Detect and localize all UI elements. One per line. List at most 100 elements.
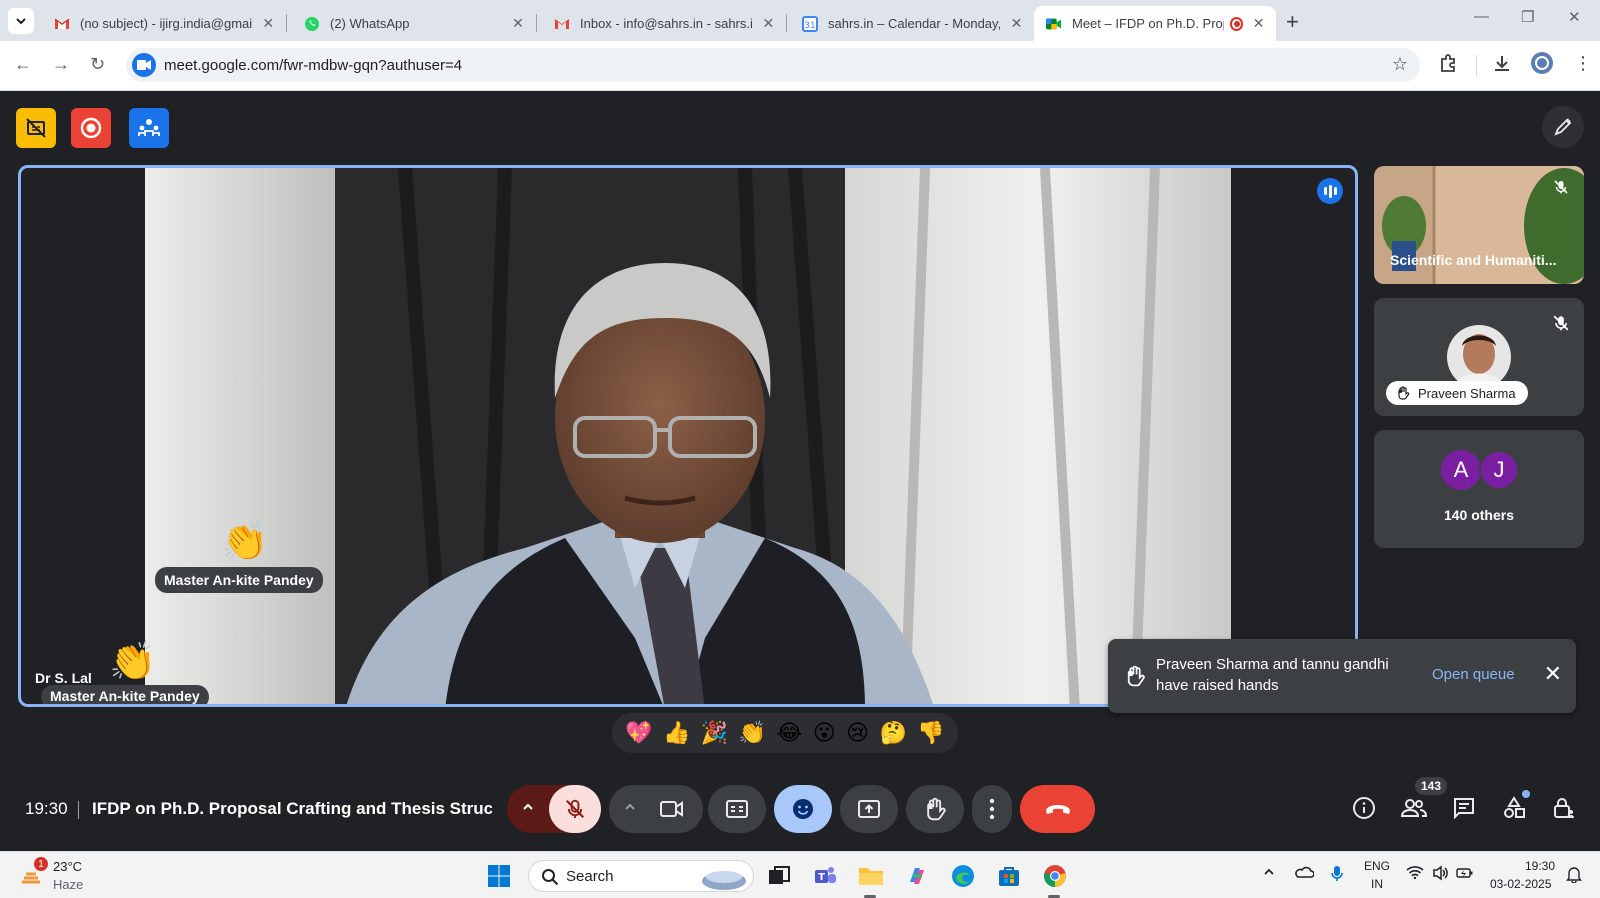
notification-bell-icon[interactable] (1566, 865, 1582, 887)
speaker-video (145, 168, 1231, 704)
teams-icon[interactable]: T (812, 863, 838, 889)
window-close-button[interactable]: ✕ (1568, 8, 1581, 26)
present-screen-button[interactable] (840, 785, 898, 833)
tab-title: Meet – IFDP on Ph.D. Propo (1072, 16, 1225, 31)
search-label: Search (566, 868, 614, 885)
close-icon[interactable]: ✕ (1251, 15, 1266, 32)
chat-button[interactable] (1446, 790, 1482, 826)
taskbar-search[interactable]: Search (528, 860, 754, 892)
download-icon[interactable] (1492, 53, 1512, 78)
recording-icon (1230, 16, 1244, 31)
host-controls-button[interactable] (129, 108, 169, 148)
tab-whatsapp[interactable]: (2) WhatsApp ✕ (292, 6, 537, 41)
meeting-clock: 19:30 (25, 799, 68, 818)
reaction-thumbs-up[interactable]: 👍 (663, 720, 690, 746)
clap-reaction-icon: 👏 (221, 521, 269, 563)
tab-search-button[interactable] (8, 8, 34, 34)
close-icon[interactable]: ✕ (1544, 661, 1562, 687)
host-controls-lock-button[interactable] (1546, 790, 1582, 826)
recording-button[interactable] (71, 108, 111, 148)
reaction-party-popper[interactable]: 🎉 (701, 720, 728, 746)
reaction-crying[interactable]: 😢 (846, 720, 869, 746)
main-speaker-tile[interactable]: 👏 Master An-kite Pandey Dr S. Lal 👏 Mast… (18, 165, 1358, 707)
url-field[interactable]: meet.google.com/fwr-mdbw-gqn?authuser=4 … (126, 48, 1420, 82)
minimize-button[interactable]: — (1474, 8, 1489, 25)
speaker-name: Dr S. Lal (35, 670, 92, 686)
back-button[interactable]: ← (14, 54, 32, 75)
reload-button[interactable]: ↻ (90, 54, 105, 75)
mic-off-icon (1548, 174, 1574, 200)
camera-toggle-button[interactable] (659, 797, 685, 826)
mic-toggle-button[interactable] (549, 785, 601, 833)
record-icon (80, 117, 102, 139)
close-icon[interactable]: ✕ (761, 15, 776, 32)
activities-button[interactable] (1496, 790, 1532, 826)
others-tile[interactable]: A J 140 others (1374, 430, 1584, 548)
chrome-icon[interactable] (1042, 863, 1068, 889)
taskbar-date: 03-02-2025 (1490, 877, 1552, 891)
wifi-icon[interactable] (1406, 865, 1424, 883)
forward-button[interactable]: → (52, 54, 70, 75)
tab-calendar[interactable]: 31 sahrs.in – Calendar - Monday, 3 ✕ (790, 6, 1034, 41)
windows-taskbar: 1 23°C Haze Search T ENG IN 19:30 03-02-… (0, 851, 1600, 898)
captions-button[interactable] (708, 785, 766, 833)
windows-start-icon[interactable] (486, 863, 512, 889)
volume-icon[interactable] (1432, 865, 1450, 885)
profile-avatar[interactable] (1530, 51, 1554, 80)
reaction-clapping[interactable]: 👏 (739, 720, 766, 746)
camera-icon (660, 801, 683, 817)
task-view-icon[interactable] (766, 863, 792, 889)
extensions-icon[interactable] (1438, 53, 1458, 78)
meet-icon (1046, 16, 1062, 32)
close-icon[interactable]: ✕ (510, 15, 526, 32)
file-explorer-icon[interactable] (858, 863, 884, 889)
new-tab-button[interactable]: + (1286, 9, 1299, 35)
weather-temperature: 23°C (53, 859, 83, 874)
microsoft-store-icon[interactable] (996, 863, 1022, 889)
close-icon[interactable]: ✕ (1009, 15, 1024, 32)
tab-inbox-sahrs[interactable]: Inbox - info@sahrs.in - sahrs.in ✕ (542, 6, 787, 41)
camera-options-button[interactable] (623, 800, 637, 819)
reaction-surprised[interactable]: 😮 (813, 720, 836, 746)
info-icon (1353, 797, 1375, 819)
reaction-sender-name: Master An-kite Pandey (155, 567, 323, 593)
raise-hand-button[interactable] (906, 785, 964, 833)
onedrive-icon[interactable] (1294, 865, 1315, 883)
copilot-icon[interactable] (904, 863, 930, 889)
show-hidden-icons-button[interactable] (1262, 865, 1276, 883)
reaction-laughing[interactable]: 😂 (777, 720, 803, 746)
input-language-top[interactable]: ENG (1364, 859, 1390, 873)
leave-call-button[interactable] (1020, 785, 1095, 833)
reaction-thumbs-down[interactable]: 👎 (917, 720, 944, 746)
more-options-button[interactable] (972, 785, 1012, 833)
participant-tile-scientific[interactable]: Scientific and Humaniti... (1374, 166, 1584, 284)
svg-text:31: 31 (804, 21, 815, 31)
open-queue-button[interactable]: Open queue (1432, 666, 1515, 683)
search-highlight-icon (702, 871, 746, 890)
edge-browser-icon[interactable] (950, 863, 976, 889)
mic-options-button[interactable] (521, 800, 535, 819)
people-button[interactable] (1396, 790, 1432, 826)
menu-kebab-icon[interactable]: ⋮ (1574, 53, 1592, 74)
tab-gmail-no-subject[interactable]: (no subject) - ijirg.india@gmail. ✕ (42, 6, 287, 41)
participant-tile-praveen[interactable]: Praveen Sharma (1374, 298, 1584, 416)
meeting-details-button[interactable] (1346, 790, 1382, 826)
microphone-control (507, 785, 601, 833)
reaction-sparkling-heart[interactable]: 💖 (625, 720, 652, 746)
reaction-thinking[interactable]: 🤔 (880, 720, 907, 746)
bookmark-star-icon[interactable]: ☆ (1392, 54, 1408, 75)
notification-text: Praveen Sharma and tannu gandhi have rai… (1156, 656, 1389, 694)
restore-button[interactable]: ❐ (1521, 8, 1534, 26)
tab-meet[interactable]: Meet – IFDP on Ph.D. Propo ✕ (1034, 6, 1276, 41)
reactions-button[interactable] (774, 785, 832, 833)
captions-off-button[interactable] (16, 108, 56, 148)
site-info-icon[interactable] (132, 53, 156, 77)
microphone-tray-icon[interactable] (1330, 865, 1344, 887)
chevron-up-icon (1264, 868, 1274, 875)
close-icon[interactable]: ✕ (261, 15, 276, 32)
taskbar-clock[interactable]: 19:30 (1525, 859, 1555, 873)
battery-charging-icon[interactable] (1456, 865, 1474, 885)
annotate-button[interactable] (1542, 106, 1584, 148)
end-call-icon (1045, 805, 1070, 814)
gmail-icon (554, 16, 570, 32)
